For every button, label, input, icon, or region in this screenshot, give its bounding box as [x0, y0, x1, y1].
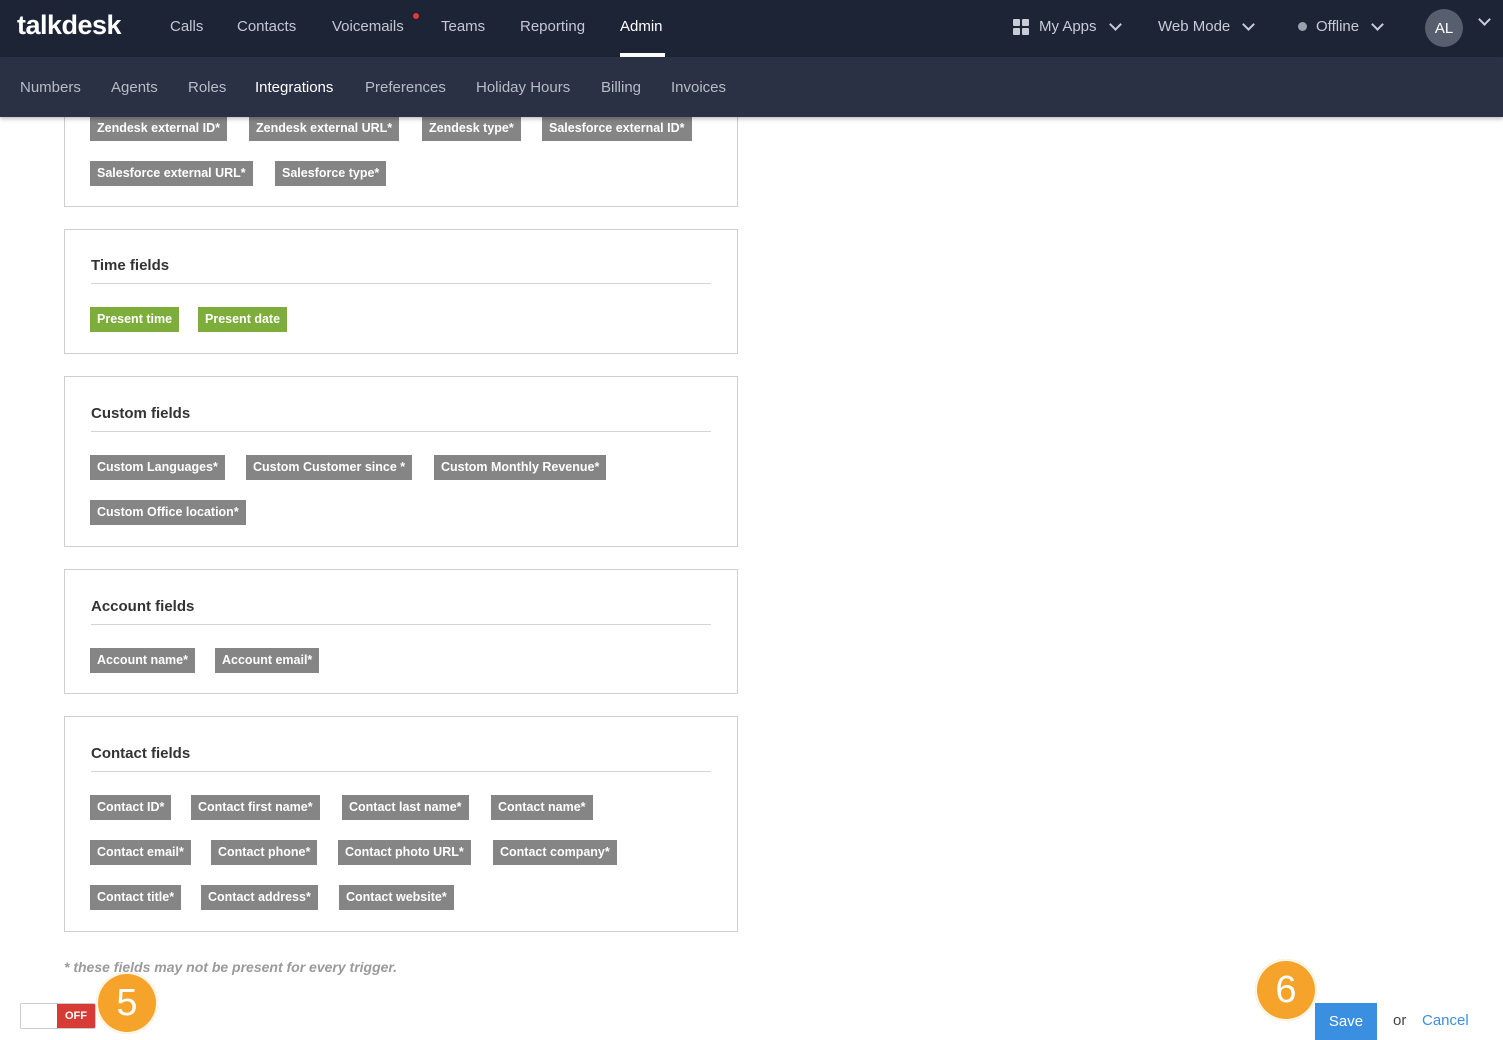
field-tag[interactable]: Contact first name* [191, 795, 320, 820]
step-badge: 6 [1255, 959, 1317, 1021]
chevron-down-icon [1108, 17, 1122, 31]
field-tag[interactable]: Custom Monthly Revenue* [434, 455, 607, 480]
top-nav: talkdesk Calls Contacts Voicemails Teams… [0, 0, 1503, 57]
apps-grid-icon [1013, 18, 1029, 35]
field-tag[interactable]: Contact ID* [90, 795, 172, 820]
talkdesk-logo[interactable]: talkdesk [17, 10, 122, 41]
divider [91, 624, 711, 625]
subnav-billing[interactable]: Billing [601, 79, 641, 96]
integration-toggle[interactable]: OFF [20, 1003, 96, 1029]
field-tag[interactable]: Contact website* [339, 885, 454, 910]
status-dot-icon [1298, 22, 1307, 31]
panel-title: Account fields [91, 598, 195, 615]
admin-sub-nav: Numbers Agents Roles Integrations Prefer… [0, 57, 1503, 117]
nav-reporting[interactable]: Reporting [520, 18, 585, 35]
nav-contacts[interactable]: Contacts [237, 18, 296, 35]
time-fields-panel: Time fields Present time Present date [64, 229, 738, 354]
field-tag[interactable]: Zendesk external ID* [90, 116, 227, 141]
field-tag[interactable]: Account email* [215, 648, 320, 673]
field-tag[interactable]: Contact last name* [342, 795, 469, 820]
notification-dot-icon [413, 13, 419, 19]
cancel-link[interactable]: Cancel [1422, 1012, 1469, 1029]
field-tag[interactable]: Custom Customer since * [246, 455, 413, 480]
toggle-knob [21, 1004, 59, 1028]
field-tag[interactable]: Salesforce external ID* [542, 116, 692, 141]
web-mode-label: Web Mode [1158, 18, 1231, 35]
field-tag[interactable]: Custom Office location* [90, 500, 246, 525]
subnav-agents[interactable]: Agents [111, 79, 158, 96]
nav-calls[interactable]: Calls [170, 18, 203, 35]
field-tag[interactable]: Contact address* [201, 885, 318, 910]
toggle-state-label: OFF [57, 1004, 95, 1028]
field-tag[interactable]: Zendesk type* [422, 116, 521, 141]
field-tag[interactable]: Present date [198, 307, 288, 332]
field-tag[interactable]: Contact photo URL* [338, 840, 471, 865]
panel-title: Time fields [91, 257, 170, 274]
field-tag[interactable]: Contact company* [493, 840, 617, 865]
field-tag[interactable]: Custom Languages* [90, 455, 225, 480]
chevron-down-icon[interactable] [1478, 13, 1491, 26]
field-tag[interactable]: Account name* [90, 648, 195, 673]
subnav-integrations[interactable]: Integrations [255, 79, 333, 96]
status-label: Offline [1316, 18, 1360, 35]
contact-fields-panel: Contact fields Contact ID* Contact first… [64, 716, 738, 932]
divider [91, 431, 711, 432]
status-menu[interactable]: Offline [1298, 17, 1384, 35]
panel-title: Contact fields [91, 745, 191, 762]
field-tag[interactable]: Contact name* [491, 795, 593, 820]
my-apps-label: My Apps [1039, 18, 1097, 35]
divider [91, 283, 711, 284]
fields-footnote: * these fields may not be present for ev… [64, 959, 397, 975]
nav-teams[interactable]: Teams [441, 18, 485, 35]
field-tag[interactable]: Zendesk external URL* [249, 116, 400, 141]
step-badge: 5 [96, 972, 158, 1034]
divider [91, 771, 711, 772]
chevron-down-icon [1242, 17, 1256, 31]
panel-title: Custom fields [91, 405, 191, 422]
nav-admin[interactable]: Admin [620, 18, 663, 35]
subnav-roles[interactable]: Roles [188, 79, 226, 96]
custom-fields-panel: Custom fields Custom Languages* Custom C… [64, 376, 738, 547]
web-mode-menu[interactable]: Web Mode [1158, 17, 1256, 35]
field-tag[interactable]: Present time [90, 307, 180, 332]
subnav-invoices[interactable]: Invoices [671, 79, 726, 96]
subnav-preferences[interactable]: Preferences [365, 79, 446, 96]
save-button[interactable]: Save [1315, 1003, 1377, 1040]
field-tag[interactable]: Contact email* [90, 840, 191, 865]
field-tag[interactable]: Contact title* [90, 885, 182, 910]
field-tag[interactable]: Salesforce type* [275, 161, 387, 186]
field-tag[interactable]: Contact phone* [211, 840, 318, 865]
my-apps-menu[interactable]: My Apps [1013, 17, 1122, 35]
field-tag[interactable]: Salesforce external URL* [90, 161, 253, 186]
or-text: or [1393, 1012, 1407, 1029]
avatar[interactable]: AL [1425, 9, 1463, 47]
account-fields-panel: Account fields Account name* Account ema… [64, 569, 738, 694]
nav-voicemails[interactable]: Voicemails [332, 18, 404, 35]
subnav-numbers[interactable]: Numbers [20, 79, 81, 96]
chevron-down-icon [1371, 17, 1384, 31]
subnav-holiday-hours[interactable]: Holiday Hours [476, 79, 570, 96]
